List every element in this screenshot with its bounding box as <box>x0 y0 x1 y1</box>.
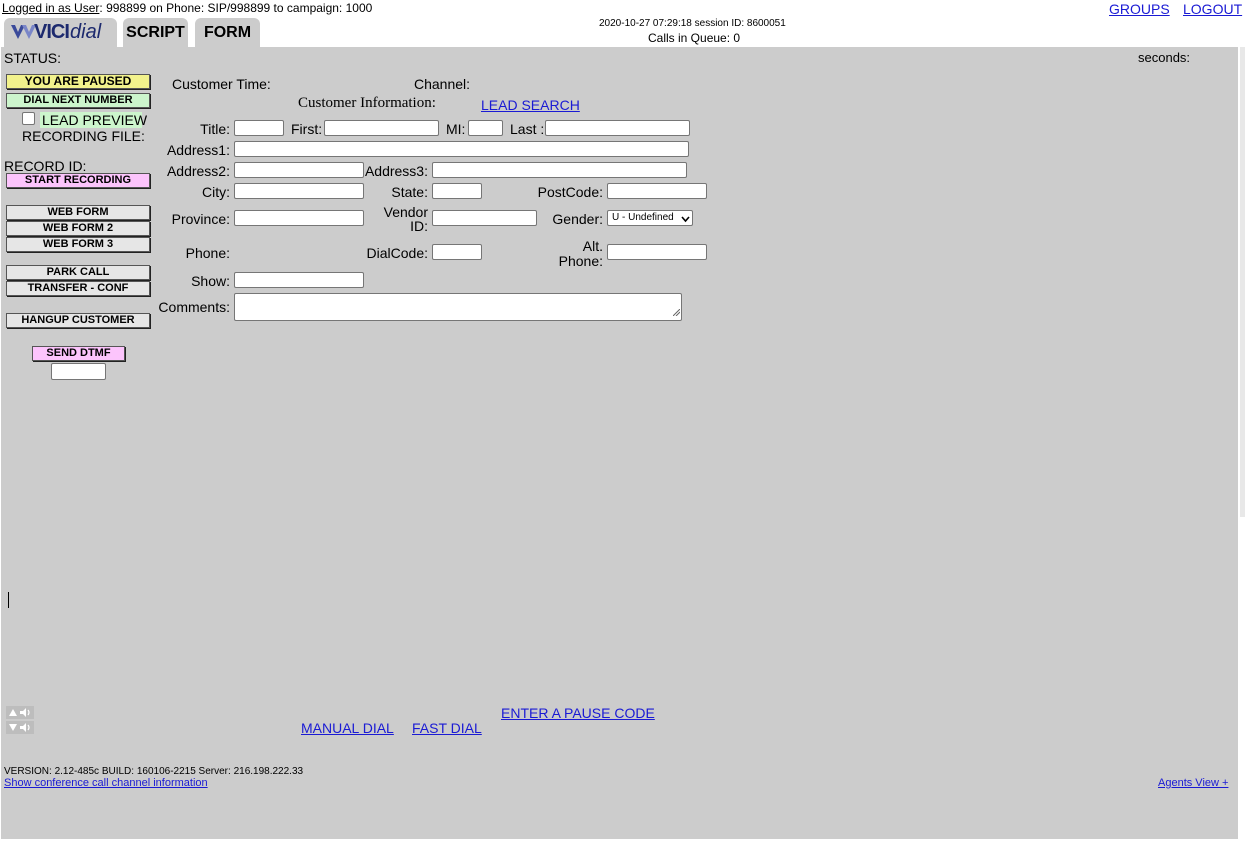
tab-form[interactable]: FORM <box>195 18 260 47</box>
city-label: City: <box>202 184 230 200</box>
gender-label: Gender: <box>552 211 603 227</box>
title-input[interactable] <box>234 120 284 136</box>
start-recording-button[interactable]: START RECORDING <box>6 173 150 188</box>
channel-label: Channel: <box>414 76 471 92</box>
dialcode-input[interactable] <box>432 244 482 260</box>
state-input[interactable] <box>432 183 482 199</box>
tab-form-label: FORM <box>203 24 252 41</box>
address2-label: Address2: <box>166 163 230 179</box>
web-form-3-button[interactable]: WEB FORM 3 <box>6 237 150 252</box>
address1-input[interactable] <box>234 141 689 157</box>
vicidial-logo-tab[interactable]: VICI dial <box>4 18 117 47</box>
tab-script-label: SCRIPT <box>126 24 185 41</box>
title-label: Title: <box>200 121 230 137</box>
logo-text-dial: dial <box>70 21 102 43</box>
logged-in-label: Logged in as User <box>2 1 100 15</box>
address1-label: Address1: <box>166 142 230 158</box>
paused-button[interactable]: YOU ARE PAUSED <box>6 74 150 89</box>
first-label: First: <box>291 121 323 137</box>
seconds-label: seconds: <box>1138 50 1191 65</box>
alt-phone-label-line2: Phone: <box>558 253 603 269</box>
agents-view-link[interactable]: Agents View + <box>1158 777 1228 789</box>
dialcode-label: DialCode: <box>366 245 428 261</box>
gender-select[interactable]: U - Undefined <box>607 210 693 226</box>
transfer-conf-button[interactable]: TRANSFER - CONF <box>6 281 150 296</box>
logout-link[interactable]: LOGOUT <box>1183 1 1242 17</box>
vendor-label-line2: ID: <box>410 218 428 234</box>
text-cursor <box>8 592 9 608</box>
status-label: STATUS: <box>4 50 62 66</box>
hangup-customer-button[interactable]: HANGUP CUSTOMER <box>6 313 150 328</box>
province-label: Province: <box>171 211 230 227</box>
address3-label: Address3: <box>364 163 428 179</box>
address3-input[interactable] <box>432 162 687 178</box>
customer-information-title: Customer Information: <box>298 95 436 111</box>
volume-up-icon[interactable] <box>6 706 34 719</box>
web-form-2-button[interactable]: WEB FORM 2 <box>6 221 150 236</box>
city-input[interactable] <box>234 183 364 199</box>
dial-next-number-button[interactable]: DIAL NEXT NUMBER <box>6 93 150 108</box>
vendor-id-input[interactable] <box>432 210 537 226</box>
datetime-session: 2020-10-27 07:29:18 session ID: 8600051 <box>599 18 786 29</box>
comments-label: Comments: <box>158 299 230 315</box>
scrollbar[interactable] <box>1240 47 1245 517</box>
calls-in-queue: Calls in Queue: 0 <box>648 31 741 45</box>
manual-dial-link[interactable]: MANUAL DIAL <box>301 720 394 736</box>
first-name-input[interactable] <box>324 120 439 136</box>
last-label: Last : <box>510 121 545 137</box>
phone-label: Phone: <box>185 245 230 261</box>
province-input[interactable] <box>234 210 364 226</box>
login-details: : 998899 on Phone: SIP/998899 to campaig… <box>99 1 373 15</box>
enter-pause-code-link[interactable]: ENTER A PAUSE CODE <box>501 705 655 721</box>
resize-handle-icon <box>672 303 681 319</box>
live-call-status: NO LIVE CALL <box>1134 25 1224 39</box>
fast-dial-link[interactable]: FAST DIAL <box>412 720 482 736</box>
customer-time-label: Customer Time: <box>172 76 271 92</box>
state-label: State: <box>391 184 428 200</box>
gender-selected-value: U - Undefined <box>612 212 674 223</box>
recording-file-label: RECORDING FILE: <box>22 128 145 144</box>
volume-down-icon[interactable] <box>6 721 34 734</box>
address2-input[interactable] <box>234 162 364 178</box>
show-label: Show: <box>191 273 230 289</box>
chevron-down-icon <box>681 214 690 228</box>
send-dtmf-button[interactable]: SEND DTMF <box>32 346 125 361</box>
postcode-label: PostCode: <box>537 184 603 200</box>
login-info: Logged in as User: 998899 on Phone: SIP/… <box>2 1 372 15</box>
lead-preview-label: LEAD PREVIEW <box>42 112 148 128</box>
version-info: VERSION: 2.12-485c BUILD: 160106-2215 Se… <box>4 766 304 777</box>
comments-textarea[interactable] <box>234 293 682 321</box>
alt-phone-input[interactable] <box>607 244 707 260</box>
middle-initial-input[interactable] <box>468 120 503 136</box>
conference-info-link[interactable]: Show conference call channel information <box>4 777 208 789</box>
record-id-label: RECORD ID: <box>4 158 87 174</box>
dtmf-input[interactable] <box>51 363 106 380</box>
groups-link[interactable]: GROUPS <box>1109 1 1170 17</box>
postcode-input[interactable] <box>607 183 707 199</box>
mi-label: MI: <box>446 121 466 137</box>
lead-search-link[interactable]: LEAD SEARCH <box>481 97 580 113</box>
logo-text-vici: VICI <box>34 21 70 43</box>
last-name-input[interactable] <box>545 120 690 136</box>
lead-preview-checkbox[interactable] <box>22 112 35 125</box>
tab-script[interactable]: SCRIPT <box>123 18 188 47</box>
park-call-button[interactable]: PARK CALL <box>6 265 150 280</box>
show-input[interactable] <box>234 272 364 288</box>
alt-phone-label-line1: Alt. <box>582 238 603 254</box>
web-form-button[interactable]: WEB FORM <box>6 205 150 220</box>
